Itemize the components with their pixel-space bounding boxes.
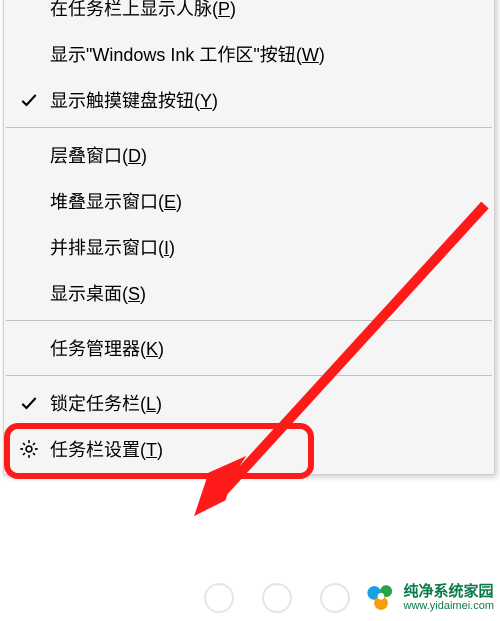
- menu-item-side-by-side[interactable]: 并排显示窗口(I): [4, 224, 494, 270]
- faint-icon: [320, 583, 350, 613]
- taskbar-context-menu: 在任务栏上显示人脉(P) 显示"Windows Ink 工作区"按钮(W) 显示…: [3, 0, 495, 475]
- menu-separator: [6, 320, 492, 321]
- menu-label: 显示"Windows Ink 工作区"按钮(W): [50, 41, 494, 67]
- watermark-logo-icon: [364, 581, 398, 615]
- menu-label: 显示触摸键盘按钮(Y): [50, 87, 494, 113]
- menu-item-taskbar-settings[interactable]: 任务栏设置(T): [4, 426, 494, 472]
- menu-label: 层叠窗口(D): [50, 142, 494, 168]
- check-icon: [8, 393, 50, 413]
- menu-item-ink-workspace[interactable]: 显示"Windows Ink 工作区"按钮(W): [4, 31, 494, 77]
- watermark-url: www.yidaimei.com: [404, 600, 494, 612]
- menu-label: 任务栏设置(T): [50, 436, 494, 462]
- menu-item-people[interactable]: 在任务栏上显示人脉(P): [4, 0, 494, 31]
- menu-item-task-manager[interactable]: 任务管理器(K): [4, 325, 494, 371]
- menu-separator: [6, 127, 492, 128]
- menu-label: 任务管理器(K): [50, 335, 494, 361]
- faint-icon: [262, 583, 292, 613]
- watermark-title: 纯净系统家园: [404, 584, 494, 601]
- menu-label: 堆叠显示窗口(E): [50, 188, 494, 214]
- menu-label: 锁定任务栏(L): [50, 390, 494, 416]
- menu-item-lock-taskbar[interactable]: 锁定任务栏(L): [4, 380, 494, 426]
- gear-icon: [8, 438, 50, 460]
- menu-item-show-desktop[interactable]: 显示桌面(S): [4, 270, 494, 316]
- menu-item-touch-keyboard[interactable]: 显示触摸键盘按钮(Y): [4, 77, 494, 123]
- faint-icon: [204, 583, 234, 613]
- menu-label: 显示桌面(S): [50, 280, 494, 306]
- menu-separator: [6, 375, 492, 376]
- check-icon: [8, 90, 50, 110]
- menu-label: 在任务栏上显示人脉(P): [50, 0, 494, 21]
- menu-item-stacked[interactable]: 堆叠显示窗口(E): [4, 178, 494, 224]
- menu-label: 并排显示窗口(I): [50, 234, 494, 260]
- taskbar-faint-icons: [204, 583, 350, 613]
- watermark: 纯净系统家园 www.yidaimei.com: [364, 581, 494, 615]
- menu-item-cascade[interactable]: 层叠窗口(D): [4, 132, 494, 178]
